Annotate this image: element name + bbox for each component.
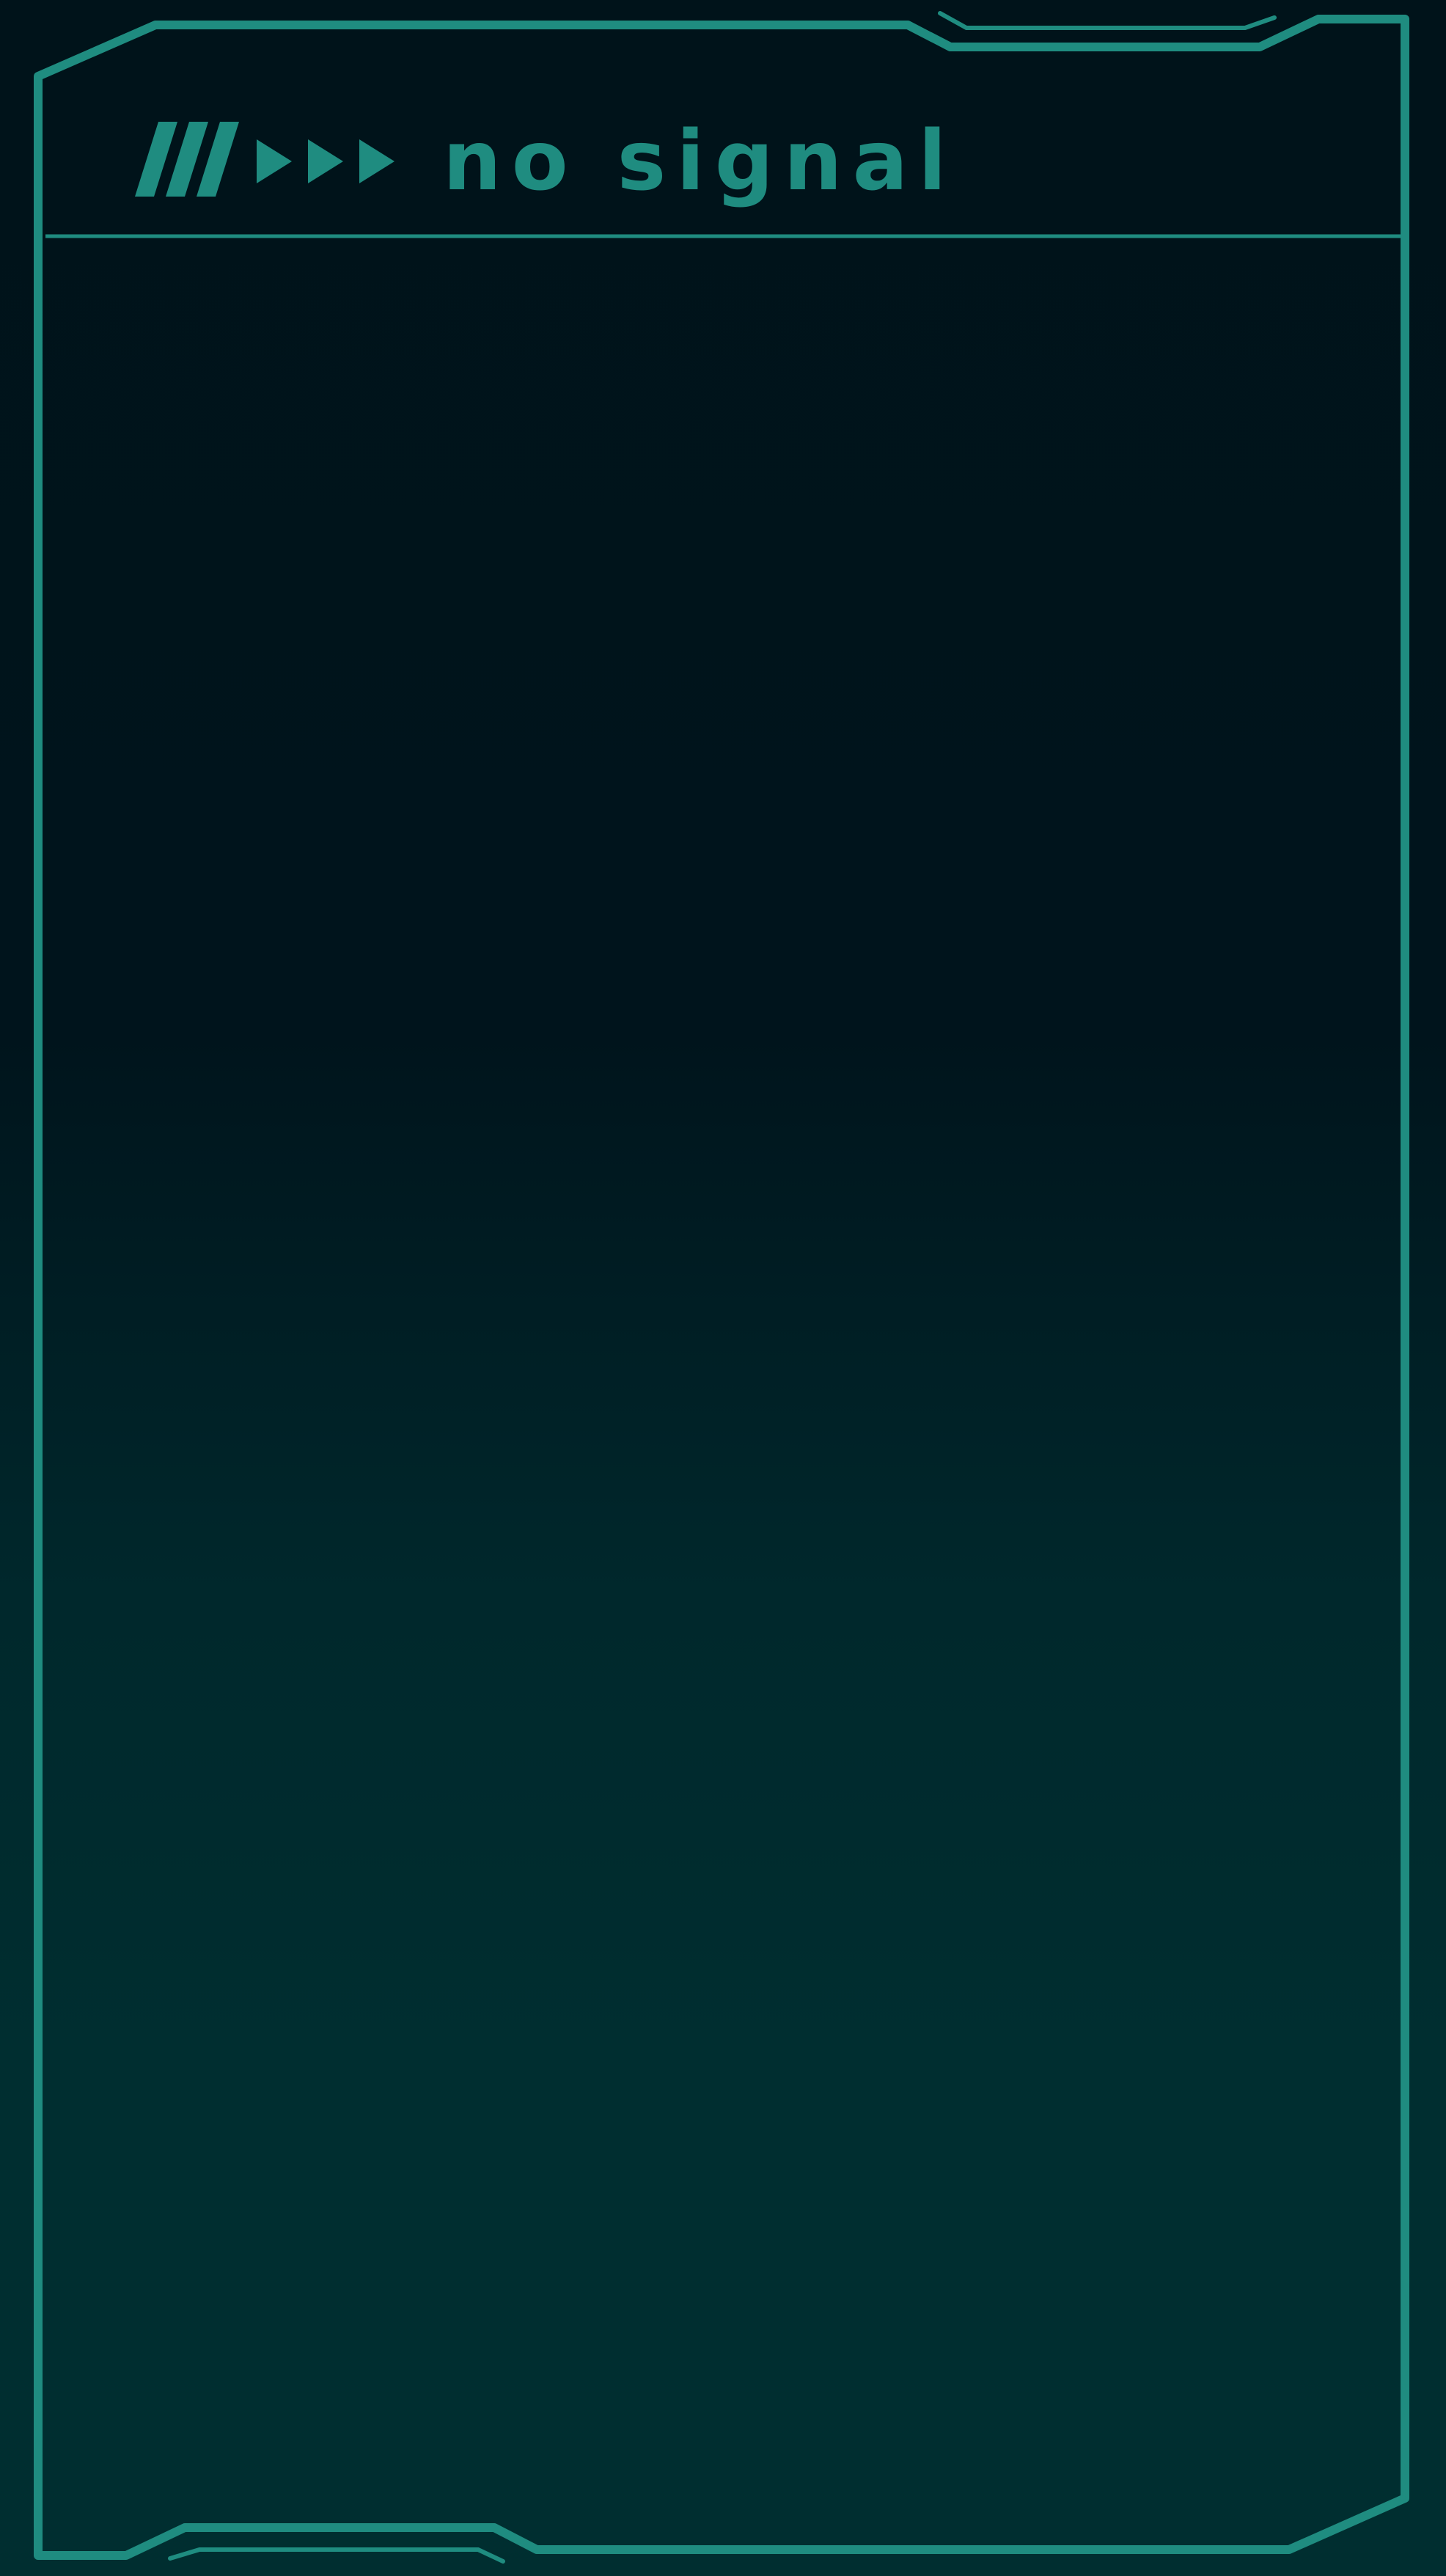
slash-stripes-icon xyxy=(135,122,239,197)
frame-top-accent xyxy=(938,11,1277,30)
header-bar: NO SIGNAL xyxy=(132,117,957,205)
empty-signal-area xyxy=(47,239,1398,2513)
no-signal-title: NO SIGNAL xyxy=(443,114,957,209)
triple-play-arrow-icon xyxy=(257,139,411,183)
frame-bottom-accent xyxy=(168,2547,505,2564)
